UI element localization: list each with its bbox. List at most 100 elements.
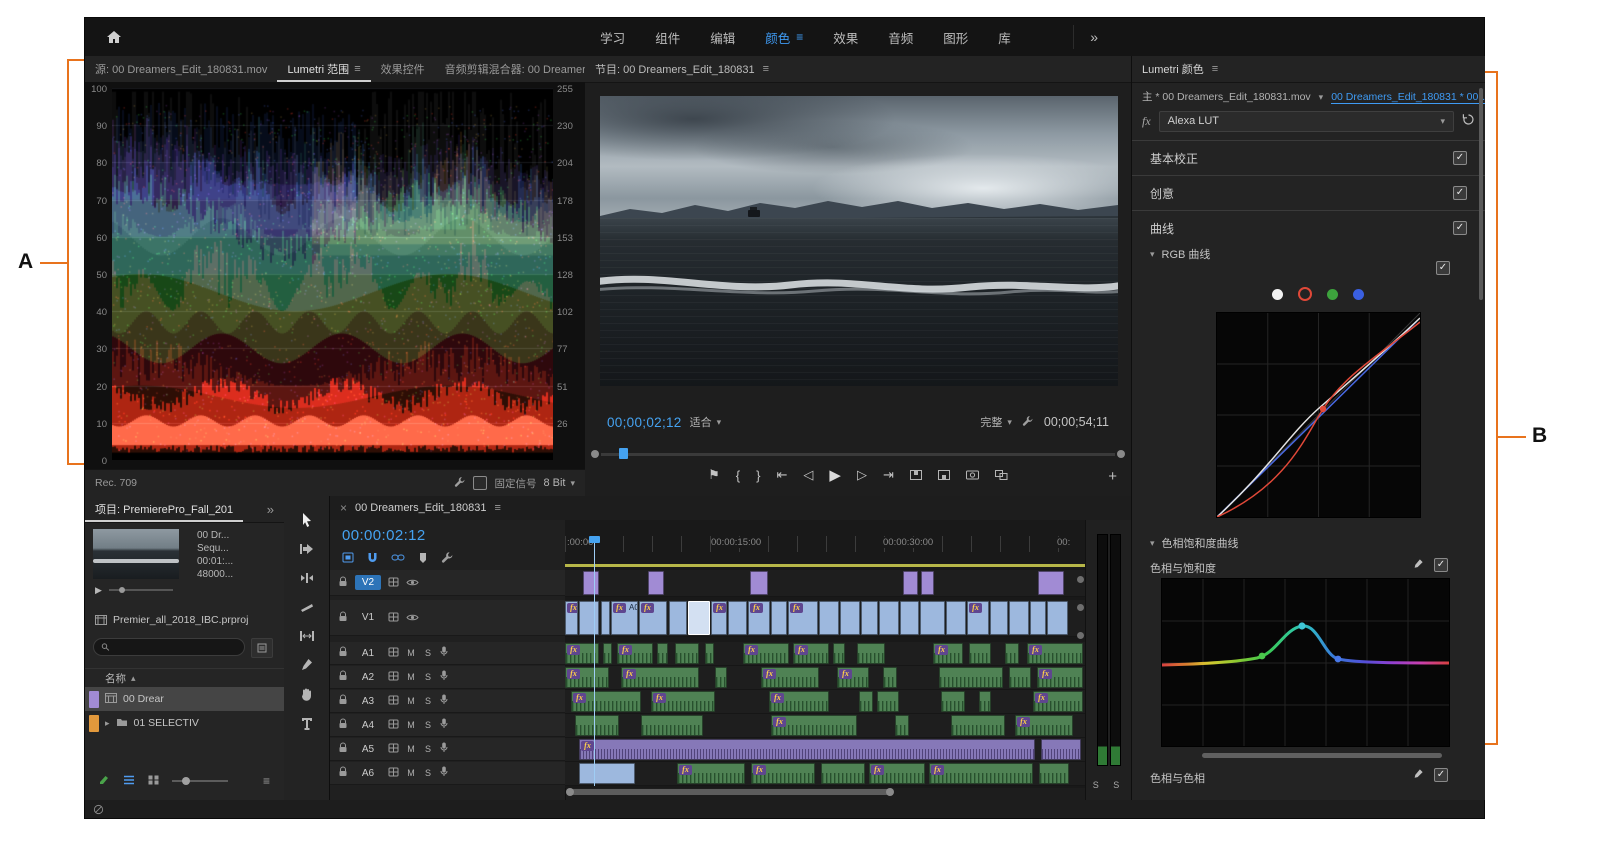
timeline-clip[interactable] bbox=[859, 691, 873, 712]
search-input[interactable] bbox=[115, 641, 237, 654]
mute-button[interactable]: M bbox=[406, 696, 416, 706]
timeline-tab-title[interactable]: 00 Dreamers_Edit_180831 bbox=[355, 502, 486, 514]
timeline-clip[interactable]: fx bbox=[579, 739, 1035, 760]
sync-lock-icon[interactable] bbox=[388, 694, 399, 708]
workspace-tab-1[interactable]: 组件 bbox=[641, 18, 694, 56]
reset-effect-icon[interactable] bbox=[1462, 113, 1475, 129]
solo-button[interactable]: S bbox=[423, 648, 433, 658]
timeline-clip[interactable] bbox=[821, 763, 865, 784]
timeline-clip[interactable]: fx bbox=[571, 691, 641, 712]
project-tab[interactable]: 项目: PremierePro_Fall_201 bbox=[85, 496, 243, 522]
voiceover-mic-icon[interactable] bbox=[440, 742, 448, 756]
project-options-icon[interactable]: ≡ bbox=[263, 774, 270, 788]
track-header-A4[interactable]: A4MS bbox=[330, 714, 565, 737]
timeline-clip[interactable] bbox=[657, 643, 668, 664]
lift-button[interactable] bbox=[910, 470, 922, 480]
timeline-clip[interactable]: fx bbox=[1037, 667, 1083, 688]
timeline-clip[interactable] bbox=[883, 667, 897, 688]
timeline-clip[interactable]: fx bbox=[1033, 691, 1083, 712]
track-lock-icon[interactable] bbox=[338, 766, 348, 780]
workspace-tab-3[interactable]: 颜色≡ bbox=[751, 18, 817, 56]
timeline-clip[interactable] bbox=[946, 601, 966, 635]
track-scroll-handles[interactable] bbox=[1077, 576, 1085, 660]
timeline-clip[interactable] bbox=[715, 667, 727, 688]
rgb-curves-checkbox[interactable]: ✓ bbox=[1436, 261, 1450, 275]
rgb-curves-label[interactable]: RGB 曲线 bbox=[1162, 246, 1211, 262]
timeline-clip[interactable] bbox=[979, 691, 991, 712]
timeline-timecode[interactable]: 00:00:02:12 bbox=[342, 527, 426, 544]
project-overflow-button[interactable]: » bbox=[257, 502, 284, 517]
hue-vs-sat-eyedropper-icon[interactable] bbox=[1413, 558, 1424, 572]
mute-button[interactable]: M bbox=[406, 768, 416, 778]
zoom-slider[interactable] bbox=[172, 780, 228, 782]
timeline-clip[interactable] bbox=[920, 601, 945, 635]
lut-dropdown[interactable]: Alexa LUT▾ bbox=[1159, 111, 1454, 132]
timeline-clip[interactable]: fx bbox=[869, 763, 925, 784]
timeline-clip[interactable] bbox=[750, 571, 768, 595]
timeline-clip[interactable] bbox=[641, 715, 703, 736]
linked-selection-icon[interactable] bbox=[391, 552, 405, 566]
timeline-clip[interactable]: fx bbox=[1015, 715, 1073, 736]
timeline-clip[interactable] bbox=[877, 691, 899, 712]
timeline-clip[interactable]: fx bbox=[743, 643, 789, 664]
scope-settings-wrench-icon[interactable] bbox=[454, 476, 466, 491]
find-button[interactable] bbox=[251, 638, 273, 658]
snap-icon[interactable] bbox=[367, 552, 378, 567]
timeline-clip[interactable] bbox=[728, 601, 747, 635]
lumetri-vertical-scrollbar[interactable] bbox=[1479, 88, 1483, 300]
program-scrubber[interactable] bbox=[595, 448, 1121, 460]
timeline-clip[interactable] bbox=[840, 601, 860, 635]
mute-button[interactable]: M bbox=[406, 648, 416, 658]
preview-scrubber[interactable] bbox=[109, 589, 173, 591]
channel-dot-green[interactable] bbox=[1327, 289, 1338, 300]
program-playhead[interactable] bbox=[619, 448, 628, 459]
hue-vs-hue-eyedropper-icon[interactable] bbox=[1413, 768, 1424, 782]
timeline-clip[interactable] bbox=[895, 715, 909, 736]
voiceover-mic-icon[interactable] bbox=[440, 766, 448, 780]
channel-dot-red[interactable] bbox=[1298, 287, 1312, 301]
timeline-clip[interactable]: fx bbox=[929, 763, 1033, 784]
timeline-clip[interactable]: fx bbox=[788, 601, 818, 635]
timeline-clip[interactable] bbox=[675, 643, 699, 664]
program-panel-menu-icon[interactable]: ≡ bbox=[763, 63, 769, 75]
step-back-button[interactable]: ◁ bbox=[803, 467, 813, 483]
timeline-clip[interactable] bbox=[900, 601, 919, 635]
master-caret-icon[interactable]: ▾ bbox=[1319, 92, 1324, 103]
lumetri-section-checkbox-1[interactable]: ✓ bbox=[1453, 186, 1467, 200]
razor-tool[interactable] bbox=[295, 597, 319, 617]
timeline-clip[interactable] bbox=[601, 601, 610, 635]
timeline-clip[interactable] bbox=[583, 571, 599, 595]
timeline-clip[interactable] bbox=[903, 571, 918, 595]
preview-play-icon[interactable]: ▶ bbox=[95, 585, 102, 596]
timeline-clip[interactable]: fx bbox=[621, 667, 699, 688]
project-file-item[interactable]: Premier_all_2018_IBC.prproj bbox=[95, 614, 248, 626]
export-frame-button[interactable] bbox=[966, 470, 979, 480]
lumetri-panel-menu-icon[interactable]: ≡ bbox=[1212, 63, 1218, 75]
scrubber-right-handle[interactable] bbox=[1117, 450, 1125, 458]
pen-tool[interactable] bbox=[295, 655, 319, 675]
track-name-A4[interactable]: A4 bbox=[355, 718, 381, 733]
track-lock-icon[interactable] bbox=[338, 670, 348, 684]
ripple-edit-tool[interactable] bbox=[295, 568, 319, 588]
icon-view-icon[interactable] bbox=[148, 774, 159, 788]
lumetri-horizontal-scrollbar[interactable] bbox=[1202, 753, 1442, 758]
timeline-clip[interactable] bbox=[705, 643, 714, 664]
lumetri-master-label[interactable]: 主 * 00 Dreamers_Edit_180831.mov bbox=[1142, 89, 1311, 104]
project-item-row-0[interactable]: 00 Drear bbox=[85, 687, 284, 711]
timeline-clip[interactable] bbox=[1009, 601, 1029, 635]
timeline-clip[interactable]: fx bbox=[677, 763, 745, 784]
button-editor-plus[interactable]: + bbox=[1108, 468, 1117, 485]
scopes-tab-3[interactable]: 音频剪辑混合器: 00 Dreamer bbox=[435, 56, 586, 82]
meter-solo-labels[interactable]: S S bbox=[1086, 780, 1131, 790]
play-button[interactable]: ▶ bbox=[829, 466, 841, 484]
mute-button[interactable]: M bbox=[406, 720, 416, 730]
track-header-A6[interactable]: A6MS bbox=[330, 762, 565, 785]
slip-tool[interactable] bbox=[295, 626, 319, 646]
writable-indicator-icon[interactable] bbox=[99, 774, 110, 788]
track-header-V1[interactable]: V1 bbox=[330, 600, 565, 636]
timeline-clip[interactable] bbox=[939, 667, 1003, 688]
lumetri-section-0[interactable]: 基本校正✓ bbox=[1132, 140, 1485, 175]
search-box[interactable] bbox=[93, 638, 245, 656]
timeline-clip[interactable] bbox=[833, 643, 845, 664]
timeline-clip[interactable] bbox=[1047, 601, 1068, 635]
